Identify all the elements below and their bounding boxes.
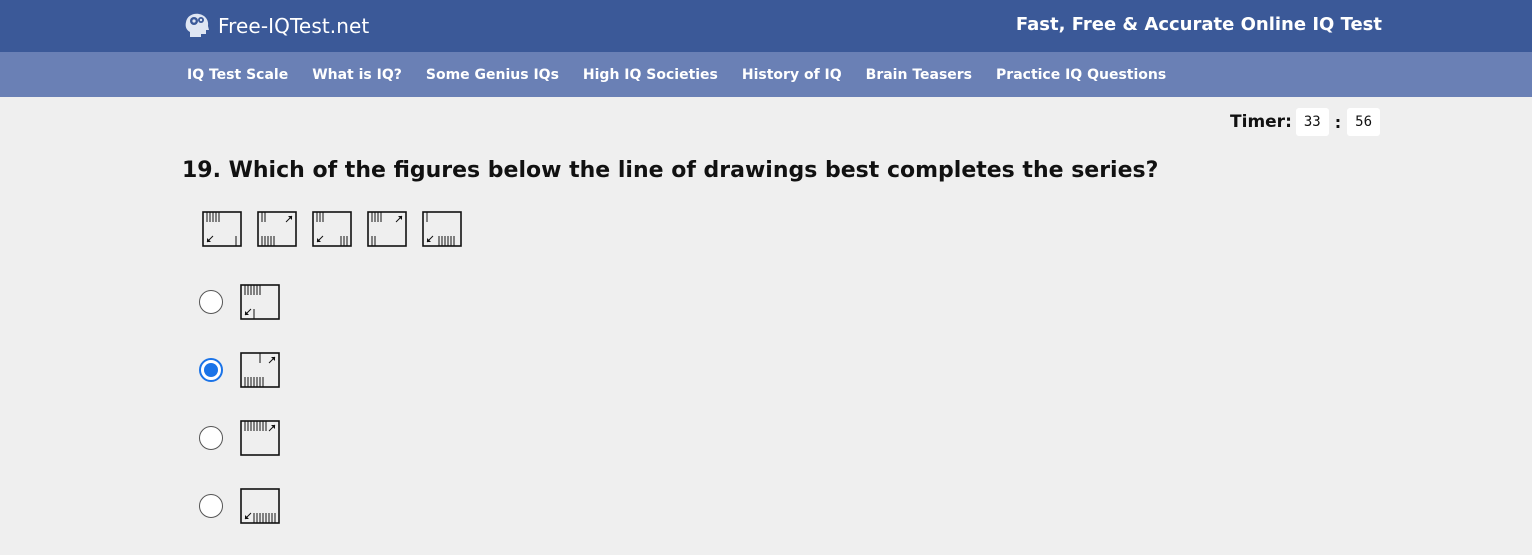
option-c-radio[interactable] bbox=[199, 425, 223, 450]
nav-link-iq-test-scale[interactable]: IQ Test Scale bbox=[187, 67, 288, 83]
nav-link-history-of-iq[interactable]: History of IQ bbox=[742, 67, 842, 83]
option-a[interactable] bbox=[199, 283, 280, 320]
brand-link[interactable]: Free-IQTest.net bbox=[182, 9, 369, 43]
test-timer: Timer: 33 : 56 bbox=[1230, 108, 1380, 136]
nav-link-practice-iq-questions[interactable]: Practice IQ Questions bbox=[996, 67, 1166, 83]
series-figure-1 bbox=[202, 211, 242, 247]
timer-label: Timer: bbox=[1230, 112, 1292, 132]
series-figure-5 bbox=[422, 211, 462, 247]
brain-gears-icon bbox=[185, 13, 209, 37]
figure-series bbox=[202, 211, 462, 247]
question-title: 19. Which of the figures below the line … bbox=[182, 158, 1159, 183]
nav-link-high-iq-societies[interactable]: High IQ Societies bbox=[583, 67, 718, 83]
main-nav: IQ Test Scale What is IQ? Some Genius IQ… bbox=[0, 52, 1532, 97]
nav-link-some-genius-iqs[interactable]: Some Genius IQs bbox=[426, 67, 559, 83]
timer-seconds: 56 bbox=[1347, 108, 1380, 136]
series-figure-3 bbox=[312, 211, 352, 247]
option-d-radio[interactable] bbox=[199, 493, 223, 518]
option-a-figure bbox=[240, 283, 280, 320]
series-figure-2 bbox=[257, 211, 297, 247]
option-b-figure bbox=[240, 351, 280, 388]
option-a-radio[interactable] bbox=[199, 289, 223, 314]
brand-name: Free-IQTest.net bbox=[218, 14, 370, 38]
timer-minutes: 33 bbox=[1295, 108, 1329, 136]
option-c-figure bbox=[240, 419, 280, 456]
option-c[interactable] bbox=[199, 419, 280, 456]
option-b[interactable] bbox=[199, 351, 280, 388]
site-header: Free-IQTest.net Fast, Free & Accurate On… bbox=[0, 0, 1532, 52]
series-figure-4 bbox=[367, 211, 407, 247]
option-d-figure bbox=[240, 487, 280, 524]
nav-link-brain-teasers[interactable]: Brain Teasers bbox=[866, 67, 972, 83]
answer-options bbox=[199, 283, 280, 555]
option-b-radio[interactable] bbox=[199, 357, 223, 382]
nav-link-what-is-iq[interactable]: What is IQ? bbox=[312, 67, 402, 83]
option-d[interactable] bbox=[199, 487, 280, 524]
timer-separator: : bbox=[1334, 112, 1342, 132]
site-tagline: Fast, Free & Accurate Online IQ Test bbox=[1015, 14, 1382, 35]
